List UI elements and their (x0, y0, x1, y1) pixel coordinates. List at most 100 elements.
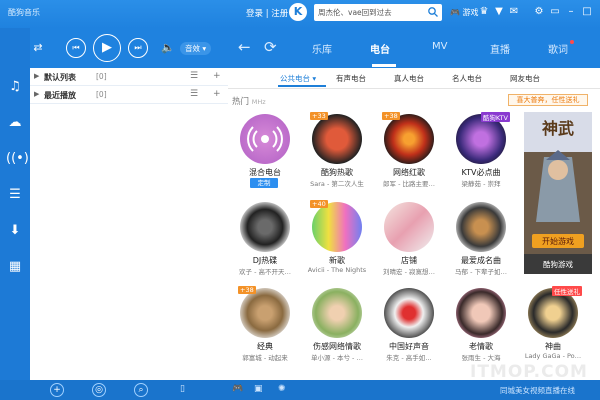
gamepad-icon[interactable]: 🎮 (232, 384, 243, 394)
station-card[interactable]: 酷狗KTV KTV必点曲 梁静茹 - 崇拜 (448, 112, 518, 200)
station-cover[interactable] (240, 288, 290, 338)
tab-library[interactable]: 乐库 (312, 41, 332, 56)
playlist-count: [0] (96, 72, 107, 81)
station-title: KTV必点曲 (461, 168, 501, 177)
station-cover[interactable] (312, 202, 362, 252)
card-icon[interactable]: ▣ (254, 384, 263, 394)
shuffle-icon[interactable]: ⇄ (30, 41, 46, 55)
shirt-icon[interactable]: ▼ (493, 5, 505, 19)
search-input[interactable]: 周杰伦、vae回到过去 (318, 7, 392, 18)
station-title: 神曲 (545, 342, 561, 351)
station-card[interactable]: +33 酷狗热歌 Sara - 第二次人生 (304, 112, 374, 200)
add-icon[interactable]: + (50, 383, 64, 397)
station-title: 伤感网络情歌 (313, 342, 361, 351)
subtab-audio[interactable]: 有声电台 (336, 73, 366, 84)
back-arrow-icon[interactable]: ← (238, 38, 251, 56)
skin-icon[interactable]: ♛ (478, 5, 490, 19)
subtab-user[interactable]: 网友电台 (510, 73, 540, 84)
volume-icon[interactable]: 🔈 (160, 41, 176, 55)
play-button[interactable]: ▶ (93, 34, 121, 62)
sparkle-icon[interactable]: ✺ (278, 384, 286, 394)
playlist-panel: ▶ 默认列表 [0] ☰ + ▶ 最近播放 [0] ☰ + (30, 68, 228, 380)
add-icon[interactable]: + (213, 71, 221, 81)
apps-grid-icon[interactable]: ▦ (6, 258, 24, 276)
playlist-count: [0] (96, 90, 107, 99)
search-box[interactable]: 周杰伦、vae回到过去 (314, 4, 442, 21)
station-song: 朱克 - 高手如… (386, 354, 432, 362)
playlist-item-recent[interactable]: ▶ 最近播放 [0] ☰ + (30, 86, 228, 104)
music-note-icon[interactable]: ♫ (6, 78, 24, 96)
station-song: Lady GaGa - Po… (524, 352, 582, 360)
playlist-name: 默认列表 (44, 73, 76, 82)
station-cover[interactable] (312, 114, 362, 164)
search-icon[interactable]: ⌕ (134, 383, 148, 397)
phone-icon[interactable]: ▯ (180, 384, 185, 394)
station-title: DJ热碟 (252, 256, 278, 265)
station-song: 张雨生 - 大海 (461, 354, 501, 362)
station-card[interactable]: DJ热碟 欢子 - 高不开天… (232, 202, 302, 288)
cloud-icon[interactable]: ☁ (6, 114, 24, 132)
live-promo-link[interactable]: 同城美女视频直播在线 (500, 385, 575, 396)
station-cover[interactable] (384, 202, 434, 252)
mini-mode-icon[interactable]: ▭ (548, 5, 562, 19)
radio-icon[interactable]: ((•)) (6, 150, 34, 168)
maximize-icon[interactable]: □ (580, 5, 594, 19)
sound-effect-button[interactable]: 音效 ▾ (180, 42, 212, 55)
station-cover[interactable] (384, 114, 434, 164)
station-cover[interactable] (240, 114, 290, 164)
expand-arrow-icon[interactable]: ▶ (34, 90, 39, 98)
message-icon[interactable]: ✉ (508, 5, 520, 19)
bottom-bar: + ◎ ⌕ ▯ 🎮 ▣ ✺ 同城美女视频直播在线 (0, 380, 600, 400)
station-title: 酷狗热歌 (321, 168, 353, 177)
station-card[interactable]: 中国好声音 朱克 - 高手如… (376, 288, 446, 374)
station-cover[interactable] (384, 288, 434, 338)
tab-live[interactable]: 直播 (490, 41, 510, 56)
game-ad-banner[interactable]: 神武 开始游戏 酷狗游戏 (524, 112, 592, 274)
custom-tag[interactable]: 定制 (250, 178, 278, 188)
station-card[interactable]: 混合电台 定制 (232, 114, 302, 200)
station-card[interactable]: +38 经典 郭富城 - 动起来 (232, 286, 302, 374)
add-icon[interactable]: + (213, 89, 221, 99)
count-badge: +38 (238, 286, 256, 294)
tab-radio[interactable]: 电台 (370, 41, 390, 56)
station-cover[interactable] (312, 288, 362, 338)
app-title: 酷狗音乐 (8, 8, 40, 17)
playlist-name: 最近播放 (44, 91, 76, 100)
next-button[interactable]: ⏭ (128, 38, 148, 58)
minimize-icon[interactable]: – (564, 5, 578, 19)
tab-mv[interactable]: MV (432, 41, 447, 52)
station-title: 店铺 (401, 256, 417, 265)
close-icon[interactable]: × (596, 5, 600, 19)
station-card[interactable]: +38 网络红歌 郎军 - 比路主要… (376, 112, 446, 200)
menu-icon[interactable]: ☰ (190, 71, 198, 81)
playlist-item-default[interactable]: ▶ 默认列表 [0] ☰ + (30, 68, 228, 86)
station-cover[interactable] (456, 202, 506, 252)
menu-icon[interactable]: ☰ (190, 89, 198, 99)
station-song: 郎军 - 比路主要… (383, 180, 435, 188)
radio-content: 公共电台 ▾ 有声电台 真人电台 名人电台 网友电台 热门 MHz 喜大普奔，任… (228, 68, 600, 380)
station-card[interactable]: 最爱成名曲 马郁 - 下辈子如… (448, 202, 518, 288)
list-icon[interactable]: ☰ (6, 186, 24, 204)
download-icon[interactable]: ⬇ (6, 222, 24, 240)
locate-icon[interactable]: ◎ (92, 383, 106, 397)
settings-icon[interactable]: ⚙ (532, 5, 546, 19)
subtab-public[interactable]: 公共电台 ▾ (280, 73, 316, 84)
promo-badge[interactable]: 喜大普奔，任性送礼 (508, 94, 588, 106)
expand-arrow-icon[interactable]: ▶ (34, 72, 39, 80)
refresh-icon[interactable]: ⟳ (264, 38, 277, 56)
game-link[interactable]: 🎮 游戏 (450, 7, 479, 18)
station-card[interactable]: 伤感网络情歌 单小源 - 本兮 - … (304, 288, 374, 374)
previous-button[interactable]: ⏮ (66, 38, 86, 58)
section-title: 热门 MHz (232, 97, 266, 107)
station-card[interactable]: +40 新歌 Avicii - The Nights (304, 200, 374, 288)
station-cover[interactable] (456, 288, 506, 338)
login-register-link[interactable]: 登录 | 注册 (246, 7, 288, 19)
station-card[interactable]: 店铺 刘晴宏 - 寂寞想… (376, 202, 446, 288)
kugou-logo[interactable]: K (289, 3, 307, 21)
station-song: 刘晴宏 - 寂寞想… (383, 268, 435, 276)
station-cover[interactable] (240, 202, 290, 252)
tab-lyrics[interactable]: 歌词 (548, 41, 568, 56)
subtab-celebrity[interactable]: 名人电台 (452, 73, 482, 84)
search-icon[interactable] (427, 6, 439, 18)
subtab-real-person[interactable]: 真人电台 (394, 73, 424, 84)
